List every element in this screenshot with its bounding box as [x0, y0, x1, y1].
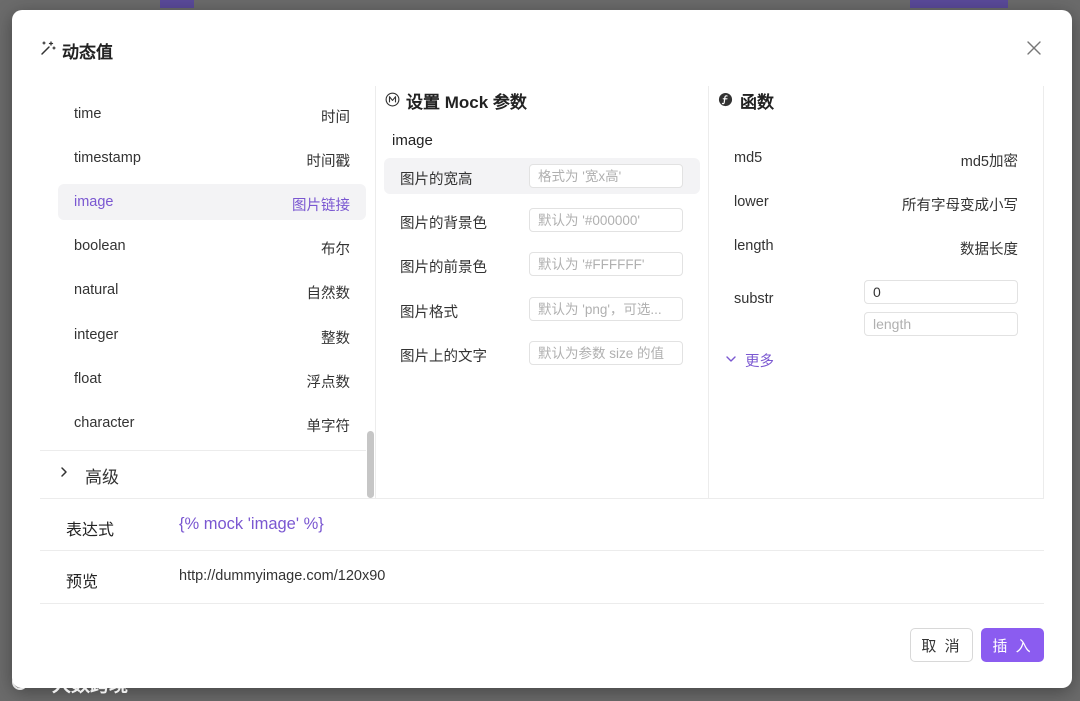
- param-label: 图片的背景色: [400, 216, 487, 232]
- mock-params-subtitle: image: [392, 132, 433, 149]
- functions-panel: 函数 md5 md5加密 lower 所有字母变成小写 length 数据长度 …: [709, 86, 1043, 498]
- mock-type-list: time 时间 timestamp 时间戳 image 图片链接 boolean…: [40, 86, 376, 498]
- background-element: [910, 0, 1008, 8]
- function-md5[interactable]: md5 md5加密: [709, 140, 1043, 176]
- dialog-title: 动态值: [62, 43, 113, 62]
- dynamic-value-dialog: 动态值 time 时间 timestamp 时间戳 image 图片链接 boo…: [12, 10, 1072, 688]
- list-item-key: natural: [74, 282, 119, 298]
- param-row-foreground: 图片的前景色: [384, 246, 700, 282]
- insert-button[interactable]: 插 入: [981, 628, 1044, 662]
- list-item-key: integer: [74, 327, 119, 343]
- chevron-down-icon: [726, 356, 736, 362]
- chevron-right-icon: [61, 467, 67, 477]
- advanced-label: 高级: [85, 468, 119, 487]
- mock-m-icon: [385, 92, 400, 107]
- function-label: 所有字母变成小写: [902, 198, 1018, 214]
- list-item-character[interactable]: character 单字符: [58, 405, 366, 441]
- list-item-timestamp[interactable]: timestamp 时间戳: [58, 140, 366, 176]
- background-element: [160, 0, 194, 8]
- function-key: md5: [734, 150, 763, 166]
- list-item-label: 时间: [321, 110, 350, 126]
- param-background-input[interactable]: [529, 208, 683, 232]
- dialog-header: 动态值: [12, 10, 1072, 86]
- function-lower[interactable]: lower 所有字母变成小写: [709, 184, 1043, 220]
- close-icon[interactable]: [1026, 40, 1042, 56]
- list-item-image[interactable]: image 图片链接: [58, 184, 366, 220]
- mock-params-title: 设置 Mock 参数: [406, 93, 527, 112]
- function-length[interactable]: length 数据长度: [709, 228, 1043, 264]
- list-item-label: 图片链接: [292, 198, 350, 214]
- expression-label: 表达式: [66, 522, 115, 539]
- function-label: md5加密: [960, 154, 1018, 170]
- list-item-key: time: [74, 106, 102, 122]
- list-item-label: 时间戳: [306, 154, 351, 170]
- functions-title: 函数: [740, 93, 774, 112]
- watermark: 大数跨境: [10, 668, 150, 696]
- list-item-time[interactable]: time 时间: [58, 96, 366, 132]
- param-foreground-input[interactable]: [529, 252, 683, 276]
- list-item-float[interactable]: float 浮点数: [58, 361, 366, 397]
- cancel-button[interactable]: 取 消: [910, 628, 973, 662]
- preview-label: 预览: [66, 574, 99, 591]
- list-item-label: 布尔: [321, 242, 350, 258]
- function-icon: [718, 92, 733, 107]
- list-item-key: timestamp: [74, 150, 141, 166]
- substr-length-input[interactable]: [864, 312, 1018, 336]
- expression-value: {% mock 'image' %}: [179, 515, 324, 533]
- param-format-input[interactable]: [529, 297, 683, 321]
- list-scrollbar[interactable]: [367, 431, 374, 498]
- function-key: length: [734, 238, 774, 254]
- param-size-input[interactable]: [529, 164, 683, 188]
- list-item-key: boolean: [74, 238, 126, 254]
- more-functions-toggle[interactable]: 更多: [725, 348, 805, 370]
- param-text-input[interactable]: [529, 341, 683, 365]
- list-item-label: 整数: [321, 331, 350, 347]
- param-label: 图片上的文字: [400, 349, 487, 365]
- list-item-integer[interactable]: integer 整数: [58, 317, 366, 353]
- function-key: lower: [734, 194, 769, 210]
- magic-wand-icon: [41, 41, 56, 55]
- list-item-key: float: [74, 371, 102, 387]
- param-row-background: 图片的背景色: [384, 202, 700, 238]
- param-label: 图片格式: [400, 305, 458, 321]
- list-item-label: 浮点数: [306, 375, 351, 391]
- param-label: 图片的前景色: [400, 260, 487, 276]
- more-label: 更多: [745, 354, 774, 370]
- function-label: 数据长度: [960, 242, 1018, 258]
- divider: [40, 550, 1044, 551]
- mock-params-panel: 设置 Mock 参数 image 图片的宽高 图片的背景色 图片的前景色 图片格…: [376, 86, 708, 498]
- watermark-logo-icon: [12, 672, 46, 690]
- param-label: 图片的宽高: [400, 172, 473, 188]
- param-row-format: 图片格式: [384, 291, 700, 327]
- param-row-size: 图片的宽高: [384, 158, 700, 194]
- divider: [40, 498, 1044, 499]
- advanced-section-toggle[interactable]: 高级: [40, 451, 366, 497]
- function-substr-label: substr: [734, 291, 774, 307]
- column-divider: [1043, 86, 1044, 498]
- param-row-text: 图片上的文字: [384, 335, 700, 371]
- watermark-text: 大数跨境: [52, 675, 129, 696]
- list-item-label: 自然数: [306, 286, 351, 302]
- divider: [40, 603, 1044, 604]
- substr-start-input[interactable]: [864, 280, 1018, 304]
- list-item-key: image: [74, 194, 114, 210]
- list-item-key: character: [74, 415, 135, 431]
- preview-value: http://dummyimage.com/120x90: [179, 568, 386, 584]
- list-item-label: 单字符: [306, 419, 351, 435]
- list-item-boolean[interactable]: boolean 布尔: [58, 228, 366, 264]
- list-item-natural[interactable]: natural 自然数: [58, 272, 366, 308]
